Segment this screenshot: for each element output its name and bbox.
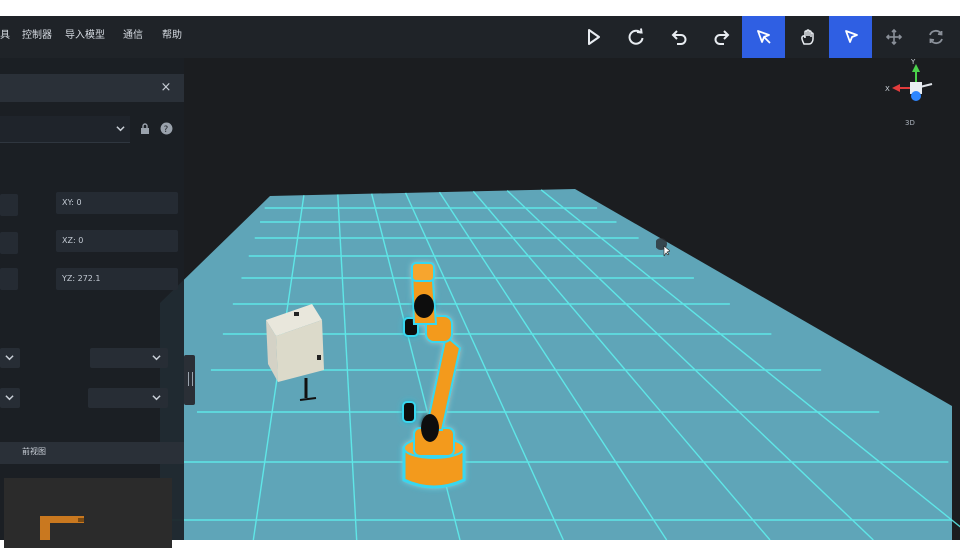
yz-label: YZ: 272.1 (62, 274, 101, 283)
view-mode-label[interactable]: 3D (905, 119, 915, 127)
help-icon[interactable]: ? (160, 122, 173, 135)
refresh-icon (628, 28, 643, 45)
chevron-down-icon (5, 355, 14, 361)
view-thumbnail[interactable] (4, 478, 172, 548)
refresh-button[interactable] (614, 16, 657, 58)
select-left-2[interactable] (0, 388, 20, 408)
redo-button[interactable] (700, 16, 743, 58)
chevron-down-icon (116, 126, 125, 132)
ai-drag-button[interactable] (742, 16, 785, 58)
hand-teach-button[interactable] (786, 16, 829, 58)
gizmo-x-label: X (885, 85, 890, 93)
gizmo-y-label: Y (910, 58, 916, 66)
undo-icon (671, 30, 686, 45)
window-top-strip (0, 0, 960, 16)
chevron-down-icon (152, 355, 161, 361)
select-pointer-button[interactable] (829, 16, 872, 58)
xz-field[interactable]: XZ: 0 (56, 230, 178, 252)
menu-import-model[interactable]: 导入模型 (65, 16, 105, 58)
select-right-2[interactable] (88, 388, 168, 408)
menu-help[interactable]: 帮助 (162, 16, 182, 58)
lock-icon[interactable] (140, 123, 150, 135)
ai-drag-icon (756, 30, 771, 44)
panel-resize-handle[interactable] (184, 355, 195, 405)
field-left-1[interactable] (0, 194, 18, 216)
rotate-icon (928, 29, 943, 45)
svg-text:?: ? (164, 125, 169, 135)
menu-communication[interactable]: 通信 (123, 16, 143, 58)
xy-field[interactable]: XY: 0 (56, 192, 178, 214)
select-right-1[interactable] (90, 348, 168, 368)
undo-button[interactable] (657, 16, 700, 58)
orientation-gizmo[interactable]: Y X (885, 58, 933, 101)
model-select[interactable] (0, 116, 130, 143)
rotate-button[interactable] (914, 16, 957, 58)
move-arrows-icon (885, 28, 902, 46)
menu-tools[interactable]: 具 (0, 16, 10, 58)
panel-close-button[interactable]: × (156, 78, 176, 98)
xy-label: XY: 0 (62, 198, 82, 207)
redo-icon (714, 30, 729, 45)
yz-field[interactable]: YZ: 272.1 (56, 268, 178, 290)
select-left-1[interactable] (0, 348, 20, 368)
play-button[interactable] (571, 16, 614, 58)
play-icon (587, 29, 600, 45)
view-section-header: 前视图 (0, 442, 184, 464)
xz-label: XZ: 0 (62, 236, 84, 245)
field-left-2[interactable] (0, 232, 18, 254)
select-pointer-icon (844, 30, 858, 43)
front-view-label: 前视图 (22, 447, 46, 456)
hand-teach-icon (800, 29, 814, 45)
move-button[interactable] (872, 16, 915, 58)
chevron-down-icon (152, 395, 161, 401)
panel-header: × (0, 74, 184, 102)
properties-panel: × ? XY: 0 XZ: 0 YZ: 272.1 前视图 (0, 58, 184, 548)
mouse-cursor-icon (656, 238, 670, 256)
chevron-down-icon (5, 395, 14, 401)
thumbnail-robot-preview (40, 516, 84, 540)
field-left-3[interactable] (0, 268, 18, 290)
menu-controller[interactable]: 控制器 (22, 16, 52, 58)
